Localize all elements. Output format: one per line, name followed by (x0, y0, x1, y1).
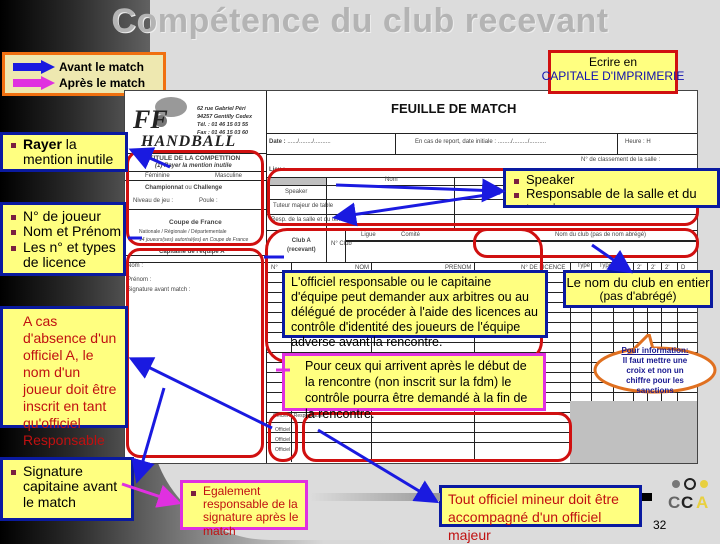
address-line: 62 rue Gabriel Péri (197, 106, 246, 112)
absence-callout: A cas d'absence d'un officiel A, le nom … (0, 306, 128, 448)
footer-bar-right (642, 493, 652, 501)
speaker-callout: Speaker Responsable de la salle et du te… (503, 168, 720, 208)
logo-ff: FF (133, 105, 168, 134)
joueur-item: Les n° et types de licence (9, 239, 123, 271)
club-nom-sub: (pas d'abrégé) (599, 289, 677, 303)
legend-label: Après le match (59, 76, 146, 90)
highlight-competition (126, 150, 264, 246)
egalement-list: Egalement responsable de la signature ap… (189, 484, 301, 538)
heure-label: Heure : (625, 139, 645, 145)
sheet-heading: FEUILLE DE MATCH (391, 101, 517, 116)
speaker-list: Speaker Responsable de la salle et du te… (512, 172, 717, 205)
rayer-bold: Rayer (23, 136, 62, 152)
joueur-list: N° de joueur Nom et Prénom Les n° et typ… (9, 208, 123, 271)
grey-sanction-area (570, 401, 697, 463)
info-text: Il faut mettre une croix et non un chiff… (622, 356, 688, 395)
slide-title: Compétence du club recevant (111, 2, 609, 40)
col-type2: Type (599, 263, 613, 269)
joueur-item: N° de joueur (9, 208, 123, 224)
joueur-item: Nom et Prénom (9, 223, 123, 239)
address-line: Tél. : 01 46 15 03 55 (197, 122, 249, 128)
capitale-line1: Ecrire en (588, 55, 638, 69)
rayer-callout: Rayer la mention inutile (0, 132, 128, 172)
svg-text:C: C (681, 493, 693, 510)
info-bubble: Pour information: Il faut mettre une cro… (591, 334, 719, 396)
info-title: Pour information: (621, 346, 689, 355)
highlight-officials-label (268, 412, 298, 462)
address-line: Fax : 01 46 15 03 60 (197, 130, 249, 136)
club-nom-text: Le nom du club en entier (566, 275, 710, 290)
report-field: En cas de report, date initiale : ......… (415, 139, 546, 145)
rayer-list: Rayer la mention inutile (9, 136, 125, 168)
legend-label: Avant le match (59, 60, 144, 74)
info-text-block: Pour information: Il faut mettre une cro… (591, 346, 719, 396)
page-number: 32 (653, 518, 667, 532)
cca-logo-icon: C C A (668, 478, 708, 512)
speaker-item: Responsable de la salle et du terrain (512, 187, 717, 205)
report-label: En cas de report, date initiale : (415, 139, 497, 145)
signature-callout: Signature capitaine avant le match (0, 457, 134, 521)
rayer-item: Rayer la mention inutile (9, 136, 125, 168)
date-field: Date : ....../......../.......... (269, 139, 331, 145)
capitale-callout: Ecrire en CAPITALE D'IMPRIMERIE (542, 50, 684, 94)
controle-callout: L'officiel responsable ou le capitaine d… (282, 270, 548, 349)
heure-field: Heure : H (625, 139, 651, 145)
blue-arrow-icon (13, 60, 55, 74)
legend-item-before: Avant le match (13, 60, 144, 74)
pink-arrow-icon (13, 76, 55, 90)
controle-text: L'officiel responsable ou le capitaine d… (291, 275, 539, 349)
svg-text:A: A (696, 493, 708, 510)
retard-callout: Pour ceux qui arrivent après le début de… (282, 353, 546, 421)
svg-text:C: C (668, 493, 680, 510)
federation-address: 62 rue Gabriel Péri 94257 Gentilly Cedex… (197, 105, 252, 137)
mineur-callout: Tout officiel mineur doit être accompagn… (439, 485, 642, 543)
cca-logo: C C A (668, 476, 718, 512)
address-line: 94257 Gentilly Cedex (197, 114, 253, 120)
col-type1: Type (577, 263, 591, 269)
date-label: Date : (269, 139, 286, 145)
date-value: ....../......../.......... (287, 139, 331, 145)
legend-item-after: Après le match (13, 76, 145, 90)
speaker-item: Speaker (512, 172, 717, 187)
heure-value: H (646, 139, 651, 145)
egalement-callout: Egalement responsable de la signature ap… (180, 480, 308, 537)
absence-text: A cas d'absence d'un officiel A, le nom … (23, 313, 117, 448)
joueur-callout: N° de joueur Nom et Prénom Les n° et typ… (0, 202, 126, 276)
classement-label: N° de classement de la salle : (581, 157, 661, 163)
footer-bar (310, 493, 440, 501)
highlight-capitaine (126, 248, 264, 458)
club-nom-callout: Le nom du club en entier (pas d'abrégé) (563, 270, 713, 308)
signature-list: Signature capitaine avant le match (9, 463, 131, 510)
highlight-club-name (473, 228, 699, 258)
signature-item: Signature capitaine avant le match (9, 463, 131, 510)
capitale-line2: CAPITALE D'IMPRIMERIE (541, 69, 685, 83)
egalement-item: Egalement responsable de la signature ap… (189, 484, 301, 538)
report-value: ......../........./.......... (497, 139, 547, 145)
